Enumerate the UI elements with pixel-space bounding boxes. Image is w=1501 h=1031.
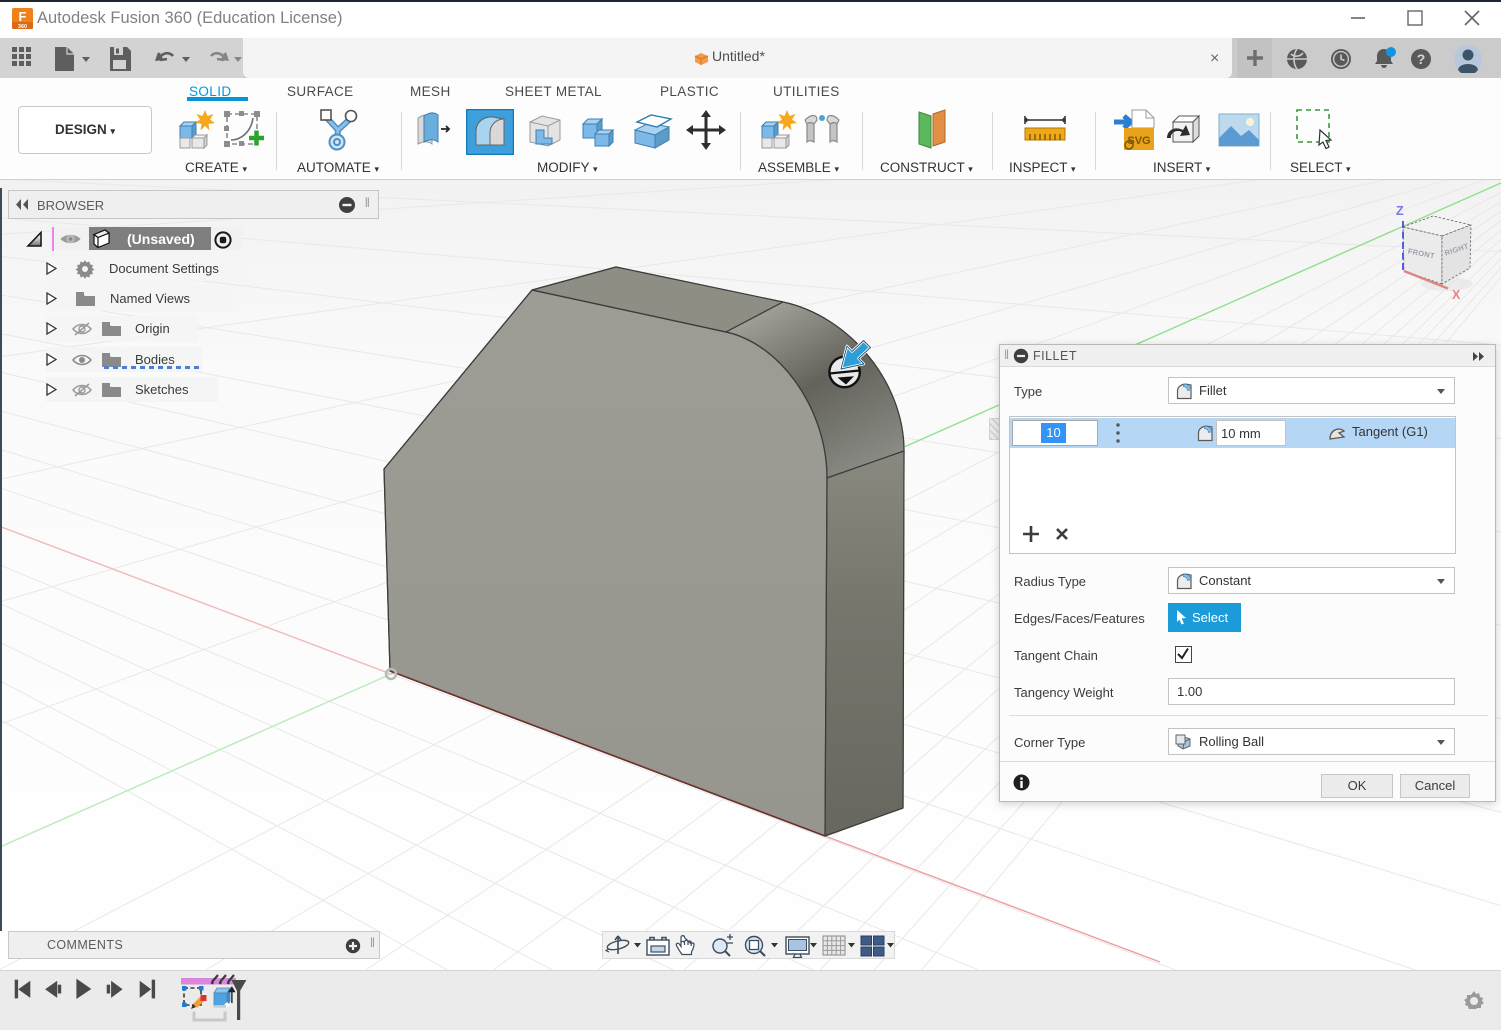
- svg-text:Z: Z: [1396, 204, 1404, 218]
- svg-text:X: X: [1452, 288, 1461, 302]
- svg-text:F: F: [19, 9, 27, 24]
- svg-text:?: ?: [1417, 51, 1426, 67]
- svg-text:360: 360: [18, 24, 27, 29]
